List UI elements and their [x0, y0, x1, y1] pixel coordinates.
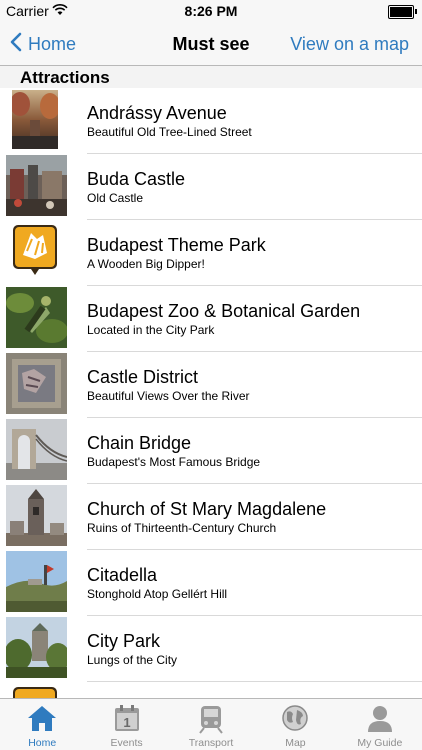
item-subtitle: Ruins of Thirteenth-Century Church	[87, 521, 277, 535]
person-icon	[366, 704, 394, 737]
back-button[interactable]: Home	[10, 22, 76, 66]
list-item[interactable]: Budapest Zoo & Botanical Garden Located …	[0, 286, 422, 352]
list-item[interactable]: Chain Bridge Budapest's Most Famous Brid…	[0, 418, 422, 484]
item-title: Citadella	[87, 565, 158, 585]
item-subtitle: Lungs of the City	[87, 653, 178, 667]
section-title: Attractions	[20, 68, 110, 87]
list-item[interactable]	[0, 682, 422, 698]
item-title: City Park	[87, 631, 161, 651]
tab-label: Events	[110, 737, 143, 749]
citadella-thumbnail	[6, 551, 67, 612]
item-title: Castle District	[87, 367, 199, 387]
globe-icon	[281, 704, 309, 737]
item-subtitle: Beautiful Views Over the River	[87, 389, 250, 403]
section-header: Attractions	[0, 66, 422, 88]
item-subtitle: Old Castle	[87, 191, 144, 205]
list-item[interactable]: Church of St Mary Magdalene Ruins of Thi…	[0, 484, 422, 550]
tab-my-guide[interactable]: My Guide	[338, 699, 422, 750]
tab-transport[interactable]: Transport	[169, 699, 253, 750]
status-bar: Carrier 8:26 PM	[0, 0, 422, 22]
list-item[interactable]: Buda Castle Old Castle	[0, 154, 422, 220]
home-icon	[27, 704, 57, 737]
item-title: Andrássy Avenue	[87, 103, 227, 123]
list-item[interactable]: City Park Lungs of the City	[0, 616, 422, 682]
tab-bar: Home 1 Events Transport Map My Guide	[0, 698, 422, 750]
status-time: 8:26 PM	[184, 3, 238, 19]
item-title: Church of St Mary Magdalene	[87, 499, 327, 519]
attractions-list[interactable]: Andrássy Avenue Beautiful Old Tree-Lined…	[0, 88, 422, 698]
calendar-icon: 1	[113, 704, 141, 737]
tab-label: My Guide	[357, 737, 403, 749]
tab-label: Transport	[188, 737, 234, 749]
zoo-thumbnail	[6, 287, 67, 348]
item-subtitle: A Wooden Big Dipper!	[87, 257, 205, 271]
buda-castle-thumbnail	[6, 155, 67, 216]
back-button-label: Home	[28, 33, 77, 54]
theme-park-icon	[13, 687, 57, 698]
theme-park-icon	[13, 225, 57, 277]
item-subtitle: Stonghold Atop Gellért Hill	[87, 587, 228, 601]
item-title: Budapest Theme Park	[87, 235, 266, 255]
city-park-thumbnail	[6, 617, 67, 678]
tab-events[interactable]: 1 Events	[84, 699, 168, 750]
battery-icon	[388, 5, 417, 19]
item-subtitle: Located in the City Park	[87, 323, 215, 337]
tab-label: Home	[28, 737, 57, 749]
svg-text:1: 1	[123, 715, 130, 730]
list-item[interactable]: Citadella Stonghold Atop Gellért Hill	[0, 550, 422, 616]
chevron-left-icon	[10, 32, 28, 57]
item-subtitle: Beautiful Old Tree-Lined Street	[87, 125, 252, 139]
andrassy-avenue-thumbnail	[12, 90, 58, 149]
tab-map[interactable]: Map	[253, 699, 337, 750]
item-title: Chain Bridge	[87, 433, 192, 453]
navigation-bar: Home Must see View on a map	[0, 22, 422, 66]
item-subtitle: Budapest's Most Famous Bridge	[87, 455, 261, 469]
view-on-map-button[interactable]: View on a map	[290, 22, 409, 66]
list-item[interactable]: Budapest Theme Park A Wooden Big Dipper!	[0, 220, 422, 286]
tab-label: Map	[285, 737, 306, 749]
item-title: Buda Castle	[87, 169, 186, 189]
castle-district-thumbnail	[6, 353, 67, 414]
list-item[interactable]: Castle District Beautiful Views Over the…	[0, 352, 422, 418]
chain-bridge-thumbnail	[6, 419, 67, 480]
list-item[interactable]: Andrássy Avenue Beautiful Old Tree-Lined…	[0, 88, 422, 154]
tab-home[interactable]: Home	[0, 699, 84, 750]
item-title: Budapest Zoo & Botanical Garden	[87, 301, 361, 321]
train-icon	[198, 704, 224, 739]
church-thumbnail	[6, 485, 67, 546]
